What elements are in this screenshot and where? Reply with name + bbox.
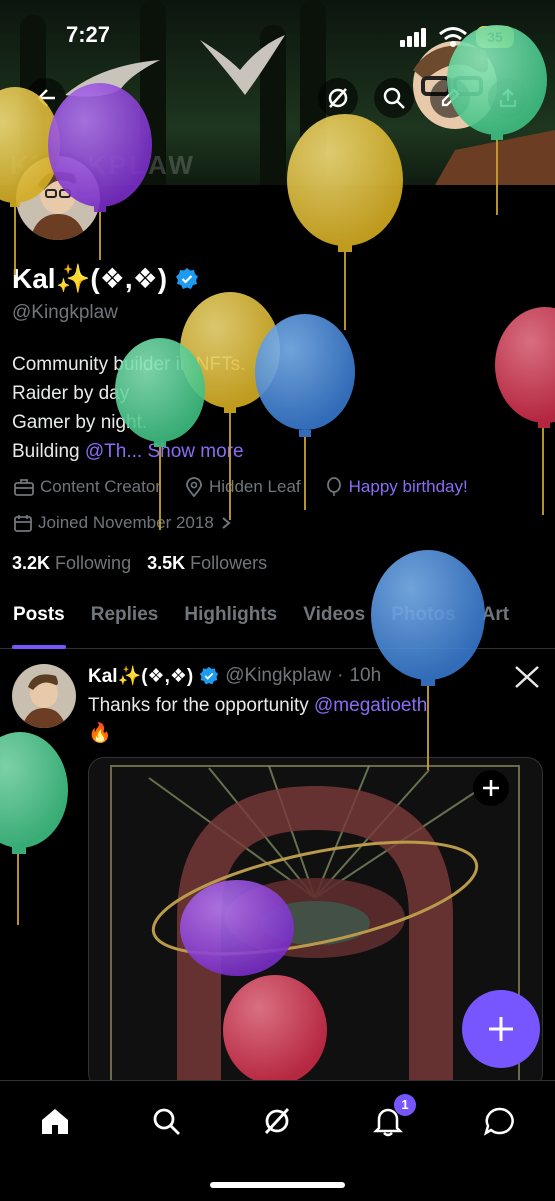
location-pin-icon: [186, 477, 202, 497]
tweet-header: Kal✨(❖,❖) @Kingkplaw · 10h: [88, 664, 381, 688]
joined-row[interactable]: Joined November 2018: [14, 513, 232, 533]
home-indicator: [210, 1182, 345, 1188]
grok-button[interactable]: [318, 78, 358, 118]
search-icon: [153, 1108, 180, 1135]
bio-line: Building @Th... Show more: [12, 437, 245, 466]
tweet-body: Thanks for the opportunity: [88, 695, 315, 716]
balloon-green: [0, 732, 68, 925]
followers-count: 3.5K: [147, 553, 186, 573]
profile-meta-row: Content Creator Hidden Leaf Happy birthd…: [14, 477, 468, 497]
status-time: 7:27: [66, 22, 111, 47]
profile-bio: Community builder in NFTs. Raider by day…: [12, 350, 245, 466]
nav-grok[interactable]: [257, 1101, 297, 1141]
calendar-icon: [14, 515, 32, 532]
tweet-text: Thanks for the opportunity @megatioeth 🔥: [88, 692, 427, 748]
tweet-emoji: 🔥: [88, 723, 112, 744]
edit-button[interactable]: [430, 78, 470, 118]
balloon-icon: [326, 477, 341, 496]
notification-badge: 1: [394, 1094, 416, 1116]
avatar-illustration: [22, 674, 66, 728]
following-label: Following: [55, 553, 132, 573]
profile-location: Hidden Leaf: [208, 477, 301, 496]
nav-search[interactable]: [146, 1101, 186, 1141]
bio-line: Gamer by night.: [12, 412, 148, 433]
chevron-right-icon: [222, 517, 231, 529]
tweet-time: 10h: [349, 665, 382, 686]
home-icon: [42, 1109, 68, 1134]
back-arrow-icon: [37, 89, 55, 107]
profile-tabs: Posts Replies Highlights Videos Photos A…: [0, 598, 555, 649]
grok-icon: [264, 1108, 290, 1134]
avatar-illustration: [30, 171, 86, 240]
search-icon: [383, 87, 405, 109]
tab-posts[interactable]: Posts: [0, 598, 78, 649]
bird-illustration: [65, 60, 160, 97]
verified-badge-icon: [200, 666, 219, 685]
tab-photos[interactable]: Photos: [378, 598, 468, 648]
tweet-mention-link[interactable]: @megatioeth: [314, 695, 427, 716]
verified-badge-icon[interactable]: [175, 267, 199, 291]
media-expand-button[interactable]: [473, 770, 509, 806]
balloon-red: [495, 307, 555, 515]
tab-replies[interactable]: Replies: [78, 598, 172, 648]
pencil-icon: [441, 88, 460, 107]
plus-icon: [489, 1017, 513, 1041]
compose-post-button[interactable]: [462, 990, 540, 1068]
plus-icon: [483, 780, 499, 796]
search-button[interactable]: [374, 78, 414, 118]
tweet-author-handle[interactable]: @Kingkplaw: [225, 665, 331, 687]
back-button[interactable]: [26, 78, 66, 118]
share-button[interactable]: [488, 78, 528, 118]
joined-date: Joined November 2018: [38, 513, 214, 532]
nav-home[interactable]: [35, 1101, 75, 1141]
followers-label: Followers: [190, 553, 268, 573]
x-logo-icon: [515, 666, 539, 688]
follow-stats: 3.2K Following 3.5K Followers: [12, 553, 267, 574]
profile-category: Content Creator: [40, 477, 161, 496]
tab-videos[interactable]: Videos: [290, 598, 378, 648]
profile-avatar[interactable]: [12, 152, 104, 244]
tweet-avatar[interactable]: [12, 664, 76, 728]
profile-name: Kal✨(❖,❖): [12, 263, 168, 294]
bio-building-text: Building: [12, 441, 85, 462]
dove-illustration: [200, 35, 285, 95]
tab-highlights[interactable]: Highlights: [171, 598, 290, 648]
message-bubble-icon: [483, 1107, 514, 1136]
share-icon: [499, 88, 517, 108]
bio-mention-link[interactable]: @Th...: [85, 441, 142, 462]
briefcase-icon: [14, 479, 34, 496]
birthday-text[interactable]: Happy birthday!: [349, 477, 468, 497]
wifi-icon: [439, 27, 467, 47]
bio-line: Community builder in NFTs.: [12, 354, 246, 375]
tab-art[interactable]: Art: [469, 598, 522, 648]
following-stat[interactable]: 3.2K Following: [12, 553, 131, 574]
followers-stat[interactable]: 3.5K Followers: [147, 553, 267, 574]
following-count: 3.2K: [12, 553, 51, 573]
character-illustration: [413, 41, 555, 185]
grok-icon: [328, 88, 348, 108]
profile-handle: @Kingkplaw: [12, 302, 118, 323]
tweet-separator: ·: [337, 665, 344, 686]
battery-indicator: 35: [476, 26, 514, 48]
profile-name-row: Kal✨(❖,❖): [12, 262, 199, 295]
tweet-author-name[interactable]: Kal✨(❖,❖): [88, 664, 193, 688]
cellular-signal-icon: [400, 28, 426, 47]
nav-messages[interactable]: [479, 1101, 519, 1141]
bio-line: Raider by day: [12, 383, 130, 404]
show-more-link[interactable]: Show more: [147, 441, 243, 462]
